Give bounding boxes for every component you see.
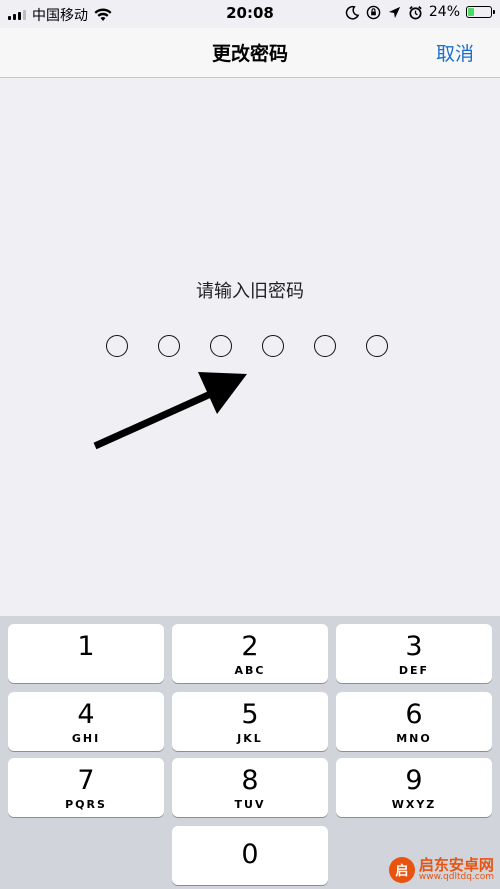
page-title: 更改密码 — [211, 43, 288, 65]
key-letters: TUV — [234, 798, 266, 811]
key-2[interactable]: 2 ABC — [172, 624, 328, 683]
key-letters: MNO — [396, 732, 432, 745]
key-letters: ABC — [234, 664, 266, 677]
key-digit: 9 — [405, 765, 423, 796]
key-digit: 3 — [405, 631, 423, 662]
passcode-dot — [366, 335, 388, 357]
battery-level — [468, 8, 474, 16]
key-digit: 6 — [405, 699, 423, 730]
key-letters: PQRS — [65, 798, 107, 811]
arrow-shaft — [93, 388, 217, 450]
moon-icon — [345, 5, 360, 19]
key-0[interactable]: 0 — [172, 826, 328, 885]
watermark-url: www.qdltdq.com — [418, 872, 494, 883]
key-letters: JKL — [237, 732, 263, 745]
rotation-lock-icon — [366, 5, 381, 19]
key-digit: 2 — [241, 631, 259, 662]
key-letters: GHI — [71, 732, 101, 745]
status-bar: 中国移动 20:08 24% — [0, 0, 500, 28]
battery-icon — [466, 6, 495, 18]
key-digit: 4 — [77, 699, 95, 730]
number-keypad: 1 2 ABC 3 DEF 4 GHI 5 JKL 6 MNO 7 PQRS 8 TUV 9 WXYZ 0 — [0, 616, 500, 889]
alarm-icon — [409, 5, 422, 19]
key-9[interactable]: 9 WXYZ — [336, 758, 492, 817]
key-digit: 7 — [77, 765, 95, 796]
key-8[interactable]: 8 TUV — [172, 758, 328, 817]
nav-bar: 更改密码 取消 — [0, 28, 500, 78]
key-digit: 0 — [241, 839, 259, 870]
watermark: 启 启东安卓网 www.qdltdq.com — [388, 855, 494, 883]
watermark-logo: 启 — [388, 856, 415, 883]
passcode-prompt: 请输入旧密码 — [196, 281, 304, 302]
key-6[interactable]: 6 MNO — [336, 692, 492, 751]
key-1[interactable]: 1 — [8, 624, 164, 683]
key-letters: DEF — [398, 664, 430, 677]
key-7[interactable]: 7 PQRS — [8, 758, 164, 817]
status-right: 24% — [345, 4, 495, 20]
passcode-dots — [106, 335, 388, 357]
passcode-dot — [106, 335, 128, 357]
passcode-dot — [210, 335, 232, 357]
key-digit: 5 — [241, 699, 259, 730]
key-4[interactable]: 4 GHI — [8, 692, 164, 751]
passcode-dot — [158, 335, 180, 357]
key-3[interactable]: 3 DEF — [336, 624, 492, 683]
battery-percent: 24% — [428, 4, 460, 20]
cancel-button[interactable]: 取消 — [436, 39, 474, 66]
arrow-head — [198, 372, 247, 414]
key-digit: 8 — [241, 765, 259, 796]
key-digit: 1 — [77, 631, 95, 662]
key-5[interactable]: 5 JKL — [172, 692, 328, 751]
passcode-dot — [314, 335, 336, 357]
watermark-name: 启东安卓网 — [418, 855, 494, 874]
location-icon — [388, 6, 400, 18]
key-letters: WXYZ — [391, 798, 437, 811]
passcode-dot — [262, 335, 284, 357]
